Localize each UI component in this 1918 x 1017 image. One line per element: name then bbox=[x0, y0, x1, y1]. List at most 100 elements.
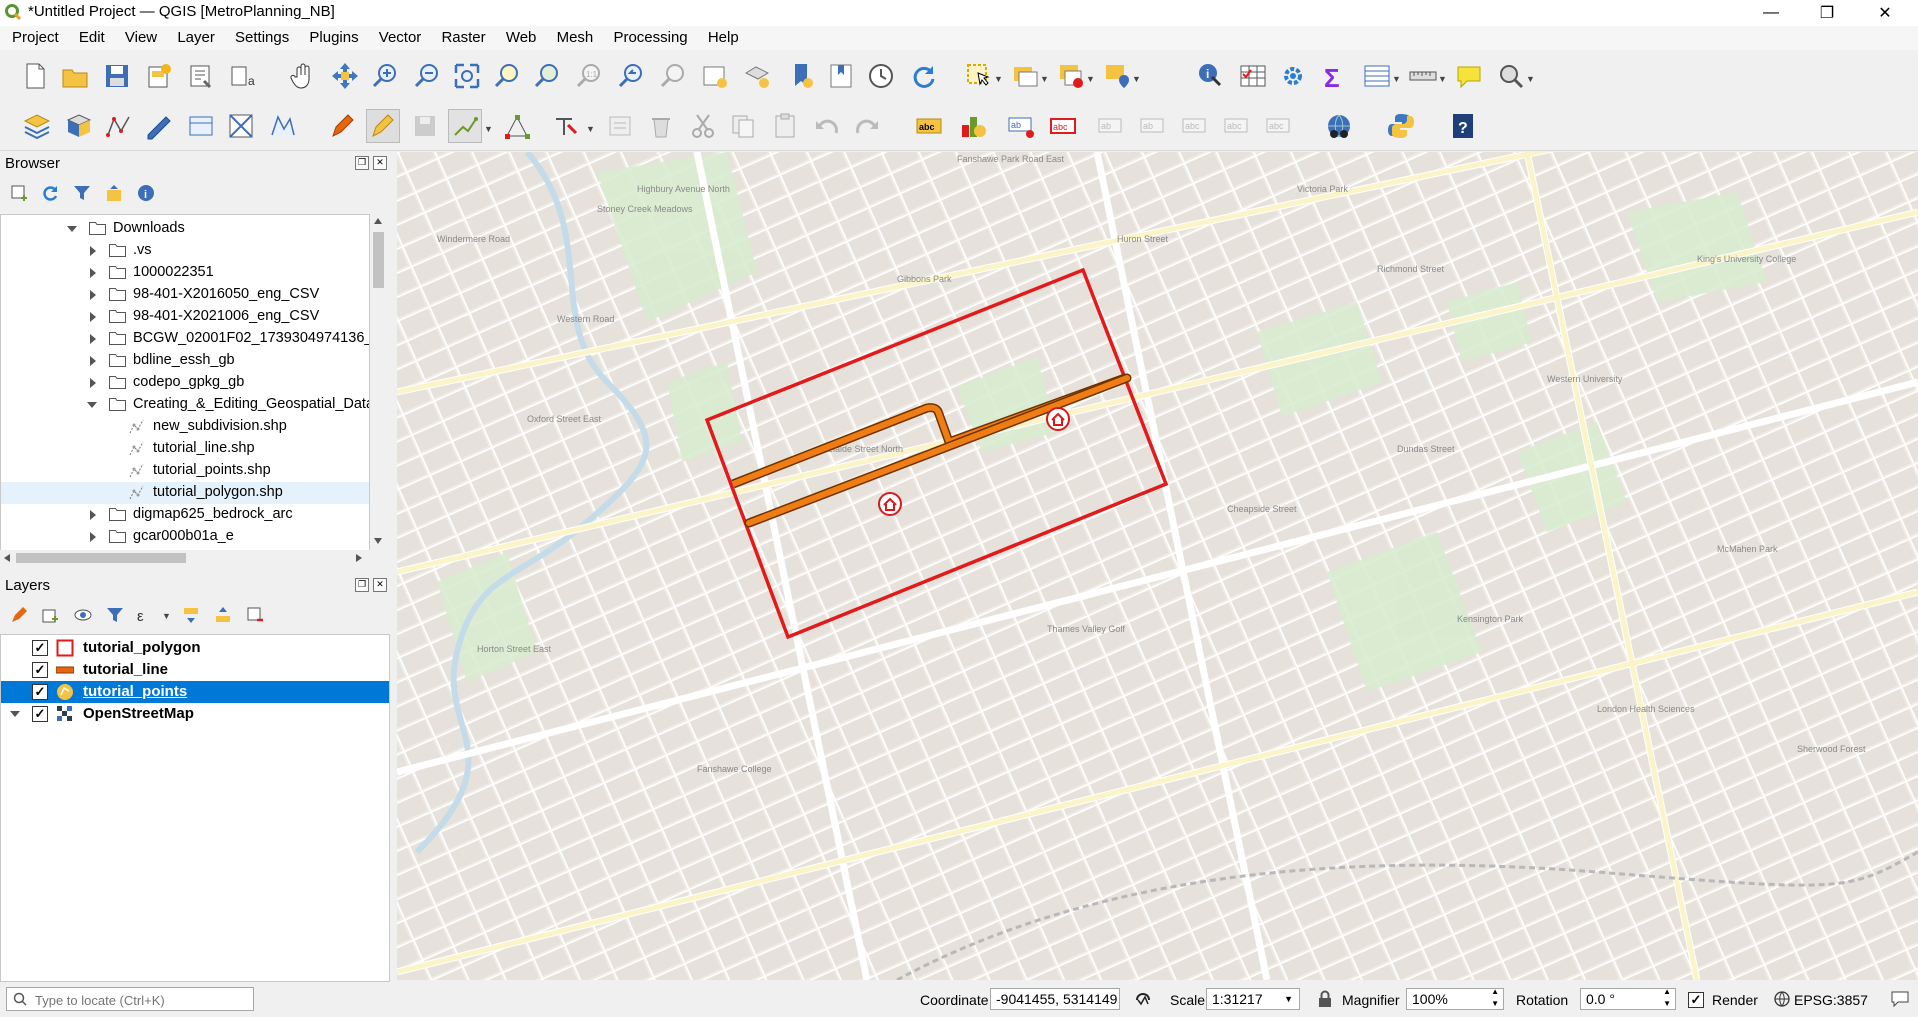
layer-row-openstreetmap[interactable]: ✓ OpenStreetMap bbox=[1, 703, 389, 725]
layer-labeling-icon[interactable]: abc bbox=[912, 109, 946, 143]
chevron-right-icon[interactable] bbox=[90, 268, 96, 278]
chevron-right-icon[interactable] bbox=[90, 334, 96, 344]
new-3d-map-view-icon[interactable] bbox=[740, 59, 774, 93]
zoom-in-icon[interactable] bbox=[368, 59, 402, 93]
menu-web[interactable]: Web bbox=[500, 26, 543, 46]
tree-item-gcar000b01a[interactable]: gcar000b01a_e bbox=[1, 526, 369, 548]
scroll-left-icon[interactable] bbox=[4, 554, 10, 562]
layer-visibility-checkbox[interactable]: ✓ bbox=[32, 706, 48, 722]
chevron-down-icon[interactable]: ▼ bbox=[1438, 74, 1447, 84]
tutorial-point-feature[interactable] bbox=[1046, 407, 1070, 431]
close-button[interactable]: ✕ bbox=[1862, 0, 1908, 26]
tree-item-1000022351[interactable]: 1000022351 bbox=[1, 262, 369, 284]
layer-visibility-checkbox[interactable]: ✓ bbox=[32, 640, 48, 656]
filter-by-expression-icon[interactable]: ε bbox=[134, 604, 156, 626]
undo-icon[interactable] bbox=[810, 109, 844, 143]
save-edits-icon[interactable] bbox=[408, 109, 442, 143]
tree-item-98-401-x2016050[interactable]: 98-401-X2016050_eng_CSV bbox=[1, 284, 369, 306]
layer-visibility-checkbox[interactable]: ✓ bbox=[32, 662, 48, 678]
expand-all-icon[interactable] bbox=[180, 604, 202, 626]
browser-vertical-scrollbar[interactable] bbox=[370, 214, 387, 550]
chevron-down-icon[interactable]: ▼ bbox=[162, 611, 171, 621]
menu-processing[interactable]: Processing bbox=[607, 26, 693, 46]
new-geopackage-layer-icon[interactable] bbox=[62, 109, 96, 143]
show-bookmarks-icon[interactable] bbox=[824, 59, 858, 93]
menu-project[interactable]: Project bbox=[6, 26, 65, 46]
close-panel-icon[interactable]: ✕ bbox=[373, 156, 387, 170]
new-mesh-layer-icon[interactable] bbox=[266, 109, 300, 143]
rotate-label-icon[interactable]: abc bbox=[1178, 109, 1212, 143]
chevron-right-icon[interactable] bbox=[90, 312, 96, 322]
locator-settings-icon[interactable] bbox=[1494, 59, 1528, 93]
new-virtual-layer-icon[interactable] bbox=[224, 109, 258, 143]
chevron-down-icon[interactable] bbox=[10, 711, 20, 717]
spin-arrows-icon[interactable]: ▲ ▼ bbox=[1663, 986, 1671, 1010]
select-features-icon[interactable] bbox=[962, 59, 996, 93]
crs-globe-icon[interactable] bbox=[1774, 991, 1790, 1007]
temporal-controller-icon[interactable] bbox=[864, 59, 898, 93]
chevron-down-icon[interactable]: ▼ bbox=[1526, 74, 1535, 84]
magnifier-spinbox[interactable]: 100% ▲ ▼ bbox=[1406, 986, 1504, 1010]
label-properties-icon[interactable]: abc bbox=[1262, 109, 1296, 143]
select-location-icon[interactable] bbox=[1100, 59, 1134, 93]
chevron-right-icon[interactable] bbox=[90, 510, 96, 520]
chevron-down-icon[interactable]: ▼ bbox=[1086, 74, 1095, 84]
remove-layer-icon[interactable] bbox=[244, 604, 266, 626]
show-hide-labels-icon[interactable]: ab bbox=[1094, 109, 1128, 143]
properties-info-icon[interactable]: i bbox=[135, 182, 157, 204]
filter-browser-icon[interactable] bbox=[71, 182, 93, 204]
change-label-icon[interactable]: abc bbox=[1220, 109, 1254, 143]
add-line-feature-icon[interactable] bbox=[448, 109, 482, 143]
menu-view[interactable]: View bbox=[119, 26, 163, 46]
locator-search-box[interactable] bbox=[6, 987, 254, 1011]
tree-item-98-401-x2021006[interactable]: 98-401-X2021006_eng_CSV bbox=[1, 306, 369, 328]
lock-scale-icon[interactable] bbox=[1318, 990, 1332, 1008]
filter-legend-icon[interactable] bbox=[104, 604, 126, 626]
open-attribute-table-icon[interactable] bbox=[1236, 59, 1270, 93]
zoom-native-icon[interactable]: 1:1 bbox=[572, 59, 606, 93]
new-map-view-icon[interactable] bbox=[698, 59, 732, 93]
python-console-icon[interactable] bbox=[1384, 109, 1418, 143]
refresh-browser-icon[interactable] bbox=[39, 182, 61, 204]
copy-features-icon[interactable] bbox=[726, 109, 760, 143]
scrollbar-thumb[interactable] bbox=[373, 232, 384, 288]
open-project-icon[interactable] bbox=[58, 59, 92, 93]
layer-row-tutorial-polygon[interactable]: ✓ tutorial_polygon bbox=[1, 637, 389, 659]
chevron-right-icon[interactable] bbox=[90, 246, 96, 256]
render-checkbox[interactable]: ✓ bbox=[1688, 992, 1704, 1008]
chevron-down-icon[interactable] bbox=[87, 402, 97, 408]
move-label-icon[interactable]: ab bbox=[1136, 109, 1170, 143]
map-canvas[interactable]: Stoney Creek Meadows Windermere Road Fansh… bbox=[397, 152, 1918, 980]
pan-to-selection-icon[interactable] bbox=[328, 59, 362, 93]
zoom-last-icon[interactable] bbox=[614, 59, 648, 93]
vertex-editor-icon[interactable] bbox=[142, 109, 176, 143]
spin-arrows-icon[interactable]: ▲ ▼ bbox=[1491, 986, 1499, 1010]
crs-button[interactable]: EPSG:3857 bbox=[1794, 992, 1868, 1008]
new-bookmark-icon[interactable] bbox=[784, 59, 818, 93]
zoom-out-icon[interactable] bbox=[410, 59, 444, 93]
tree-item-creating-editing[interactable]: Creating_&_Editing_Geospatial_Data bbox=[1, 394, 369, 416]
layer-visibility-checkbox[interactable]: ✓ bbox=[32, 684, 48, 700]
chevron-right-icon[interactable] bbox=[90, 290, 96, 300]
metasearch-icon[interactable] bbox=[1322, 109, 1356, 143]
chevron-down-icon[interactable]: ▼ bbox=[1392, 74, 1401, 84]
scrollbar-thumb[interactable] bbox=[16, 553, 186, 563]
browser-tree[interactable]: Downloads .vs 1000022351 98-401-X2016050… bbox=[0, 214, 370, 552]
menu-edit[interactable]: Edit bbox=[73, 26, 111, 46]
tutorial-point-feature[interactable] bbox=[878, 492, 902, 516]
statistical-summary-icon[interactable]: Σ bbox=[1316, 59, 1350, 93]
collapse-all-icon[interactable] bbox=[103, 182, 125, 204]
tree-item-bcgw[interactable]: BCGW_02001F02_1739304974136_2 bbox=[1, 328, 369, 350]
style-manager-icon[interactable]: a bbox=[226, 59, 260, 93]
layout-manager-icon[interactable] bbox=[184, 59, 218, 93]
chevron-down-icon[interactable]: ▼ bbox=[994, 74, 1003, 84]
menu-settings[interactable]: Settings bbox=[229, 26, 295, 46]
menu-raster[interactable]: Raster bbox=[435, 26, 491, 46]
tree-item-vs[interactable]: .vs bbox=[1, 240, 369, 262]
toggle-editing-icon[interactable] bbox=[366, 109, 400, 143]
new-temporary-layer-icon[interactable] bbox=[184, 109, 218, 143]
pan-map-icon[interactable] bbox=[286, 59, 320, 93]
tree-item-tutorial-line[interactable]: tutorial_line.shp bbox=[1, 438, 369, 460]
layer-row-tutorial-points[interactable]: ✓ tutorial_points bbox=[1, 681, 389, 703]
tree-item-tutorial-polygon[interactable]: tutorial_polygon.shp bbox=[1, 482, 369, 504]
